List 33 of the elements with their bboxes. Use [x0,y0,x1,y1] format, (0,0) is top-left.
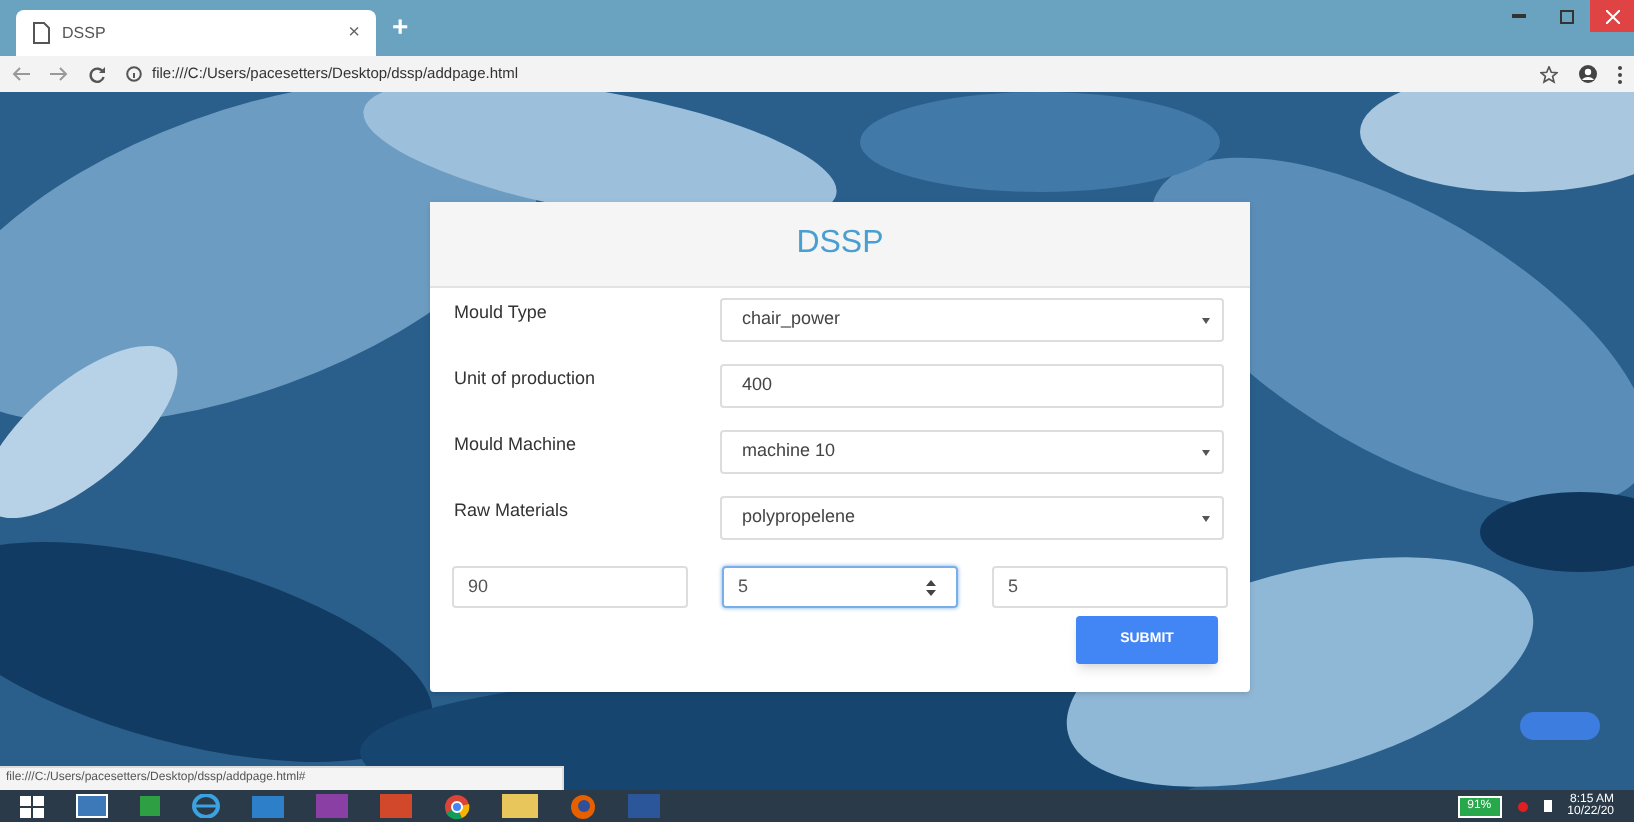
dropdown[interactable]: chair_power [720,298,1224,342]
input-field[interactable]: 400 [720,364,1224,408]
start-icon[interactable] [20,795,44,817]
dropdown[interactable]: machine 10 [720,430,1224,474]
input-field[interactable]: 5 [992,566,1228,608]
forward-icon[interactable] [50,66,68,82]
input-field[interactable]: 90 [452,566,688,608]
field-label: Raw Materials [454,498,571,524]
close-tab-button[interactable]: × [348,18,360,48]
field-label: Mould Type [454,300,549,326]
profile-icon[interactable] [1578,64,1598,84]
bookmark-star-icon[interactable] [1540,65,1558,83]
firefox-icon[interactable] [570,793,596,819]
tab-title: DSSP [62,21,108,45]
input-field[interactable]: 5 [722,566,958,608]
dropdown[interactable]: polypropelene [720,496,1224,540]
field-label: Unit of production [454,366,598,392]
app-icon[interactable] [76,794,108,818]
form-title: DSSP [796,224,884,264]
dropdown-caret-icon [1202,515,1210,521]
reload-icon[interactable] [88,65,106,83]
browser-icon[interactable] [192,794,220,818]
back-icon[interactable] [12,66,30,82]
dropdown-caret-icon [1202,317,1210,323]
chrome-icon[interactable] [444,793,470,819]
info-icon[interactable] [126,66,142,82]
page-icon [32,22,50,44]
spinner-icon[interactable] [926,579,936,595]
dropdown-caret-icon [1202,449,1210,455]
field-label: Mould Machine [454,432,579,458]
close-window-button[interactable] [1590,0,1634,32]
browser-tab[interactable]: DSSP × [16,10,376,56]
close-icon [1605,9,1619,23]
